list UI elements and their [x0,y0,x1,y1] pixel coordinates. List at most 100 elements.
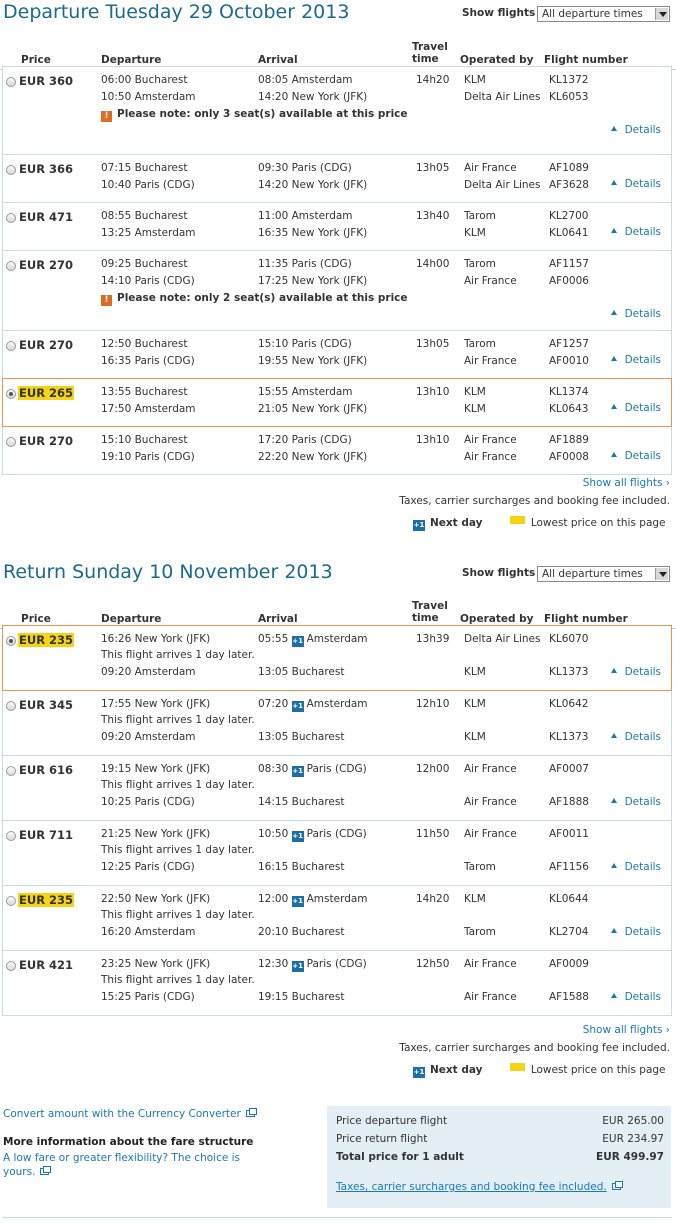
flight-select-radio[interactable] [6,636,16,646]
arrival-place: Paris (CDG) [306,763,367,775]
operated-by: Tarom [464,258,496,270]
expand-arrow-icon [610,180,617,185]
details-link[interactable]: Details [610,354,661,366]
arrival-time-place: 16:35 New York (JFK) [258,227,368,239]
flight-number: AF1257 [549,338,589,350]
col-price: Price [21,54,51,66]
flight-number: KL1373 [549,666,589,678]
flight-option-row[interactable]: EUR 265 13:55 Bucharest 15:55 Amsterdam 13h… [2,378,672,427]
flight-select-radio[interactable] [6,437,16,447]
expand-arrow-icon [610,404,617,409]
flight-option-row[interactable]: EUR 421 23:25 New York (JFK) 12:30 +1 Paris… [2,950,672,1016]
arrival-time-place: 17:20 Paris (CDG) [258,434,352,446]
travel-time: 13h10 [416,434,450,446]
arrival-time: 14:15 [258,796,289,808]
fare-structure-link[interactable]: A low fare or greater flexibility? The c… [3,1151,240,1179]
departure-time-place: 13:55 Bucharest [101,386,188,398]
currency-converter-label: Convert amount with the Currency Convert… [3,1108,241,1120]
next-day-icon: +1 [291,766,304,777]
chevron-down-icon[interactable] [655,8,668,20]
flight-option-row[interactable]: EUR 270 09:25 Bucharest 11:35 Paris (CDG) 1… [2,250,672,331]
flight-select-radio[interactable] [6,896,16,906]
flight-select-radio[interactable] [6,213,16,223]
flight-option-row[interactable]: EUR 235 22:50 New York (JFK) 12:00 +1 Amste… [2,885,672,951]
details-link[interactable]: Details [610,861,661,873]
operated-by: Air France [464,763,517,775]
flight-option-row[interactable]: EUR 360 06:00 Bucharest 08:05 Amsterdam 14h… [2,66,672,155]
flight-option-row[interactable]: EUR 711 21:25 New York (JFK) 10:50 +1 Paris… [2,820,672,886]
return-show-flights-label: Show flights [462,567,536,579]
operated-by: Air France [464,991,517,1003]
col-travel-time: Travel time [412,41,448,65]
flight-select-radio[interactable] [6,961,16,971]
flight-option-row[interactable]: EUR 235 16:26 New York (JFK) 05:55 +1 Amste… [2,625,672,691]
flight-option-row[interactable]: EUR 270 15:10 Bucharest 17:20 Paris (CDG) 1… [2,426,672,475]
flight-option-row[interactable]: EUR 471 08:55 Bucharest 11:00 Amsterdam 13h… [2,202,672,251]
return-time-filter-select[interactable]: All departure times [537,566,670,582]
operated-by: Tarom [464,338,496,350]
departure-time-place: 09:20 Amsterdam [101,731,196,743]
lowest-price-label: Lowest price on this page [530,517,666,529]
travel-time: 13h05 [416,338,450,350]
details-link[interactable]: Details [610,796,661,808]
details-link[interactable]: Details [610,308,661,320]
next-day-icon: +1 [413,520,425,531]
flight-select-radio[interactable] [6,261,16,271]
flight-option-row[interactable]: EUR 345 17:55 New York (JFK) 07:20 +1 Amste… [2,690,672,756]
expand-arrow-icon [610,798,617,803]
departure-legend: +1 Next day Lowest price on this page [413,516,666,531]
currency-converter-link[interactable]: Convert amount with the Currency Convert… [3,1108,257,1120]
details-link[interactable]: Details [610,926,661,938]
details-link[interactable]: Details [610,991,661,1003]
travel-time: 12h00 [416,763,450,775]
warning-icon: ! [101,295,112,306]
details-label: Details [624,124,661,136]
details-link[interactable]: Details [610,402,661,414]
arrives-later-note: This flight arrives 1 day later. [101,714,255,726]
price-return-label: Price return flight [336,1133,428,1145]
total-price-value: EUR 499.97 [596,1151,664,1163]
flight-number: AF1089 [549,162,589,174]
details-label: Details [624,861,661,873]
flight-select-radio[interactable] [6,389,16,399]
next-day-icon: +1 [291,701,304,712]
arrival-place: Bucharest [291,731,345,743]
return-show-all-flights-link[interactable]: Show all flights › [583,1024,670,1036]
col-departure: Departure [101,54,162,66]
arrival-time-place: 13:05 Bucharest [258,666,344,678]
details-label: Details [624,731,661,743]
departure-show-all-flights-link[interactable]: Show all flights › [583,477,670,489]
flight-option-row[interactable]: EUR 366 07:15 Bucharest 09:30 Paris (CDG) 1… [2,154,672,203]
departure-time-place: 16:20 Amsterdam [101,926,196,938]
arrival-time: 10:50 [258,828,289,840]
flight-select-radio[interactable] [6,77,16,87]
arrival-time-place: 14:20 New York (JFK) [258,91,368,103]
flight-select-radio[interactable] [6,165,16,175]
flight-select-radio[interactable] [6,766,16,776]
next-day-label: Next day [430,1064,483,1076]
chevron-down-icon[interactable] [655,568,668,580]
return-taxes-note: Taxes, carrier surcharges and booking fe… [399,1042,670,1054]
expand-arrow-icon [610,356,617,361]
taxes-included-link[interactable]: Taxes, carrier surcharges and booking fe… [336,1181,623,1193]
details-link[interactable]: Details [610,178,661,190]
details-label: Details [624,450,661,462]
details-link[interactable]: Details [610,731,661,743]
flight-option-row[interactable]: EUR 616 19:15 New York (JFK) 08:30 +1 Paris… [2,755,672,821]
flight-option-row[interactable]: EUR 270 12:50 Bucharest 15:10 Paris (CDG) 1… [2,330,672,379]
col-travel-time-line1: Travel [412,41,448,53]
departure-time-place: 22:50 New York (JFK) [101,893,211,905]
flight-select-radio[interactable] [6,831,16,841]
departure-time-filter-select[interactable]: All departure times [537,6,670,22]
flight-select-radio[interactable] [6,701,16,711]
arrival-time-place: 19:55 New York (JFK) [258,355,368,367]
details-link[interactable]: Details [610,666,661,678]
details-link[interactable]: Details [610,226,661,238]
arrival-time-place: 11:35 Paris (CDG) [258,258,352,270]
travel-time: 14h00 [416,258,450,270]
flight-select-radio[interactable] [6,341,16,351]
departure-time-place: 09:25 Bucharest [101,258,188,270]
details-link[interactable]: Details [610,450,661,462]
details-link[interactable]: Details [610,124,661,136]
travel-time: 13h10 [416,386,450,398]
